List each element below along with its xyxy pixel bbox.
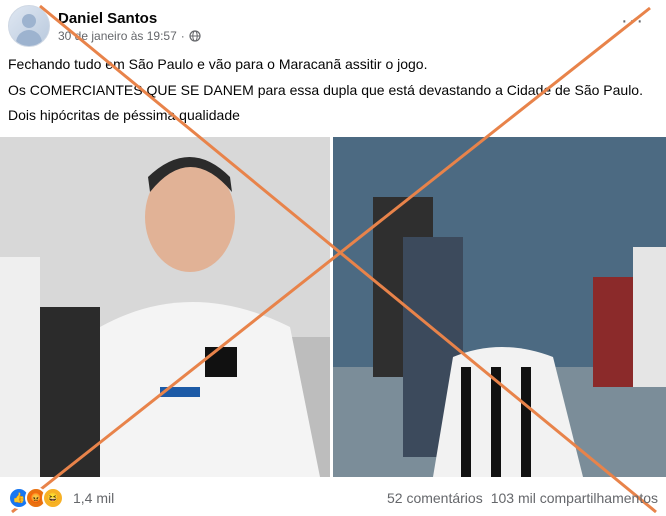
photo-right[interactable] [333,137,666,477]
avatar-head-shape [22,14,36,28]
post-footer: 👍 😡 😆 1,4 mil 52 comentários 103 mil com… [8,485,658,511]
post-meta: Daniel Santos 30 de janeiro às 19:57 · [58,9,201,44]
post-header: Daniel Santos 30 de janeiro às 19:57 · [8,4,201,48]
post-text-line: Os COMERCIANTES QUE SE DANEM para essa d… [8,81,643,98]
comments-count[interactable]: 52 comentários [387,490,483,506]
photo-left[interactable] [0,137,330,477]
engagement-stats: 52 comentários 103 mil compartilhamentos [387,490,658,506]
post-timestamp[interactable]: 30 de janeiro às 19:57 [58,28,177,44]
post-text: Fechando tudo em São Paulo e vão para o … [8,52,658,129]
photo-grid [0,137,666,477]
post-text-line: Dois hipócritas de péssima qualidade [8,107,240,123]
photo-left-illustration [0,137,330,477]
reaction-count[interactable]: 1,4 mil [73,490,114,506]
haha-icon: 😆 [42,487,64,509]
timestamp-row: 30 de janeiro às 19:57 · [58,28,201,44]
author-avatar[interactable] [8,5,50,47]
photo-right-illustration [333,137,666,477]
reaction-summary[interactable]: 👍 😡 😆 1,4 mil [8,487,114,509]
facebook-post: Daniel Santos 30 de janeiro às 19:57 · ·… [0,0,666,516]
author-name[interactable]: Daniel Santos [58,9,201,28]
post-text-line: Fechando tudo em São Paulo e vão para o … [8,56,428,72]
bullet-separator: · [180,28,185,43]
avatar-body-shape [16,30,42,46]
shares-count[interactable]: 103 mil compartilhamentos [491,490,658,506]
globe-icon [189,29,201,42]
ellipsis-icon[interactable]: ··· [621,10,644,33]
